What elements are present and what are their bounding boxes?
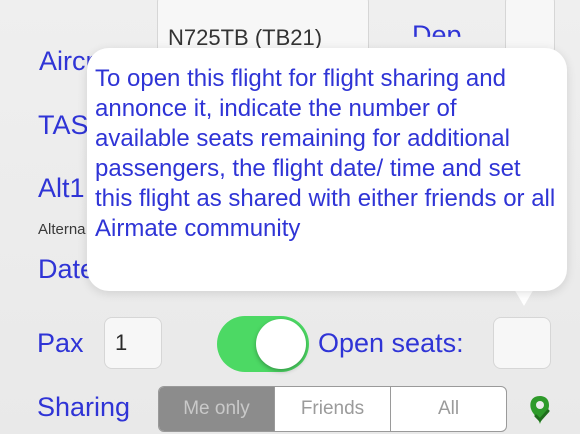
open-seats-field[interactable] — [493, 317, 551, 369]
alt1-label: Alt1 — [38, 173, 85, 203]
dep-label: Dep — [412, 20, 462, 50]
pax-field[interactable]: 1 — [104, 317, 162, 369]
sharing-option-all[interactable]: All — [391, 387, 506, 431]
help-tooltip: To open this flight for flight sharing a… — [87, 48, 567, 291]
sharing-option-friends[interactable]: Friends — [275, 387, 391, 431]
pax-label: Pax — [37, 328, 84, 358]
tas-label: TAS — [38, 110, 89, 140]
sharing-option-me-only[interactable]: Me only — [159, 387, 275, 431]
tooltip-text: To open this flight for flight sharing a… — [95, 65, 556, 242]
pax-value: 1 — [115, 330, 128, 355]
alternate-label: Alterna — [38, 221, 86, 238]
flight-sharing-form: Aircr N725TB (TB21) Dep TAS Alt1 Alterna… — [0, 0, 580, 434]
aircraft-value: N725TB (TB21) — [168, 25, 323, 50]
toggle-knob — [256, 319, 306, 369]
green-leaf-check-icon — [530, 396, 550, 424]
sharing-label: Sharing — [37, 392, 131, 422]
open-seats-label: Open seats: — [318, 328, 464, 358]
sharing-segmented-control[interactable]: Me only Friends All — [158, 386, 507, 432]
open-seats-toggle[interactable] — [217, 316, 309, 372]
